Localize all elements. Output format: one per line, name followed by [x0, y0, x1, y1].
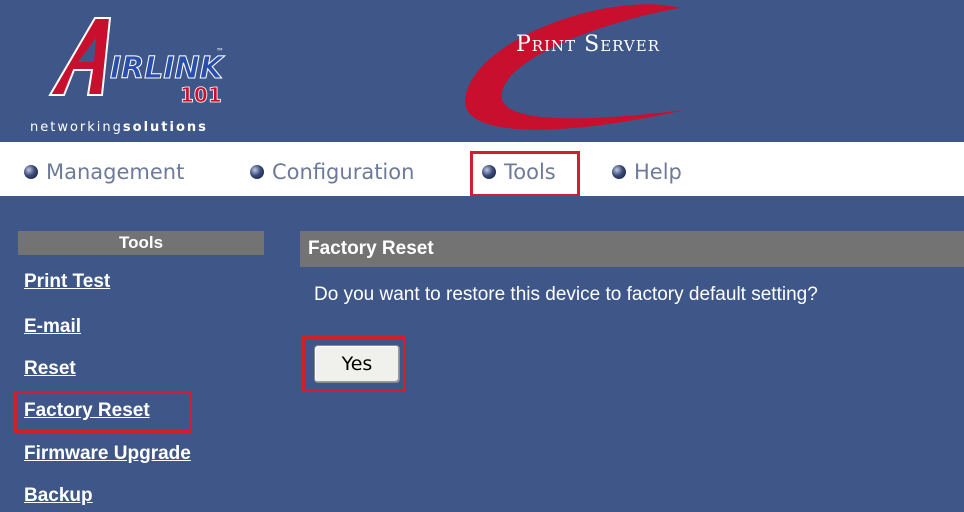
sidebar-highlight-box — [14, 391, 192, 433]
sidebar-item-firmware-upgrade[interactable]: Firmware Upgrade — [24, 443, 191, 465]
tagline-bold: solutions — [122, 120, 208, 135]
nav-highlight-box — [470, 151, 580, 197]
svg-text:101: 101 — [180, 83, 222, 107]
bullet-icon — [612, 165, 626, 179]
header-banner: IRLINK ™ 101 networkingsolutions Print S… — [0, 0, 964, 142]
svg-text:™: ™ — [216, 47, 224, 56]
nav-item-configuration[interactable]: Configuration — [250, 148, 414, 196]
sidebar-item-print-test[interactable]: Print Test — [24, 271, 110, 293]
airlink-logo: IRLINK ™ 101 — [48, 17, 226, 107]
nav-label: Configuration — [272, 160, 415, 184]
svg-text:IRLINK: IRLINK — [110, 51, 226, 86]
nav-item-management[interactable]: Management — [24, 148, 184, 196]
nav-label: Management — [46, 160, 185, 184]
sidebar-heading: Tools — [18, 231, 264, 255]
page: IRLINK ™ 101 networkingsolutions Print S… — [0, 0, 964, 512]
sidebar-item-email[interactable]: E-mail — [24, 316, 81, 338]
yes-button[interactable]: Yes — [314, 345, 400, 383]
bullet-icon — [24, 165, 38, 179]
tagline-normal: networking — [30, 120, 123, 135]
sidebar-item-reset[interactable]: Reset — [24, 358, 76, 380]
red-swoosh — [464, 4, 685, 130]
product-title: Print Server — [516, 32, 661, 57]
confirm-question: Do you want to restore this device to fa… — [314, 284, 818, 305]
sidebar-item-backup[interactable]: Backup — [24, 485, 93, 507]
section-heading: Factory Reset — [300, 231, 964, 267]
nav-item-help[interactable]: Help — [612, 148, 682, 196]
tagline: networkingsolutions — [30, 120, 208, 135]
bullet-icon — [250, 165, 264, 179]
nav-label: Help — [634, 160, 682, 184]
